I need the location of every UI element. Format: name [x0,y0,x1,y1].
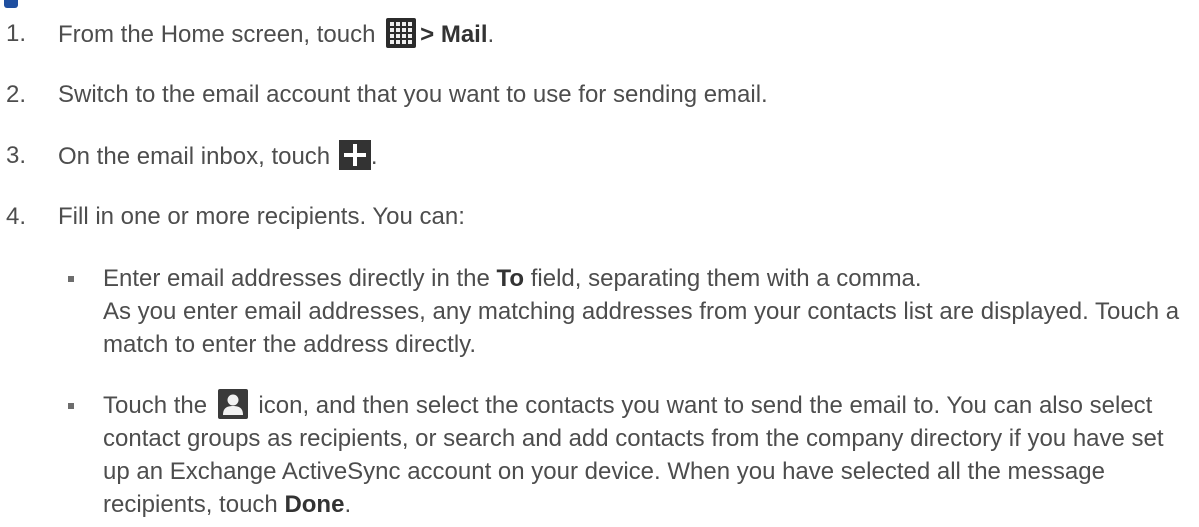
step-number: 2. [6,81,27,108]
step-number: 4. [6,203,27,230]
step-text: Switch to the email account that you wan… [58,81,768,108]
contacts-person-icon [217,389,248,419]
bullet-marker [68,276,74,282]
step-text: On the email inbox, touch . [58,140,378,173]
done-label: Done [284,491,345,518]
compose-plus-icon [338,140,371,170]
step-3-pre: On the email inbox, touch [58,143,331,170]
to-field-label: To [496,265,525,292]
bullet-marker [68,403,74,409]
bullet-text: Enter email addresses directly in the To… [103,262,1193,361]
step-1-pre: From the Home screen, touch [58,21,376,48]
bullet-2-pre: Touch the [103,392,208,419]
bullet-1-line2: As you enter email addresses, any matchi… [103,298,1180,358]
bullet-text: Touch the icon, and then select the cont… [103,389,1193,521]
bullet-1-post: field, separating them with a comma. [524,265,922,292]
bullet-2-end: . [344,491,352,518]
step-number: 3. [6,142,27,169]
step-text: From the Home screen, touch > Mail. [58,18,494,51]
app-grid-icon [386,18,417,48]
step-3-post: . [370,143,378,170]
bullet-2-post: icon, and then select the contacts you w… [103,392,1164,518]
step-number: 1. [6,20,27,47]
heading-fragment [0,0,40,8]
step-text: Fill in one or more recipients. You can: [58,203,465,230]
mail-label: > Mail [420,21,488,48]
bullet-1-pre: Enter email addresses directly in the [103,265,497,292]
step-1-post: . [487,21,495,48]
